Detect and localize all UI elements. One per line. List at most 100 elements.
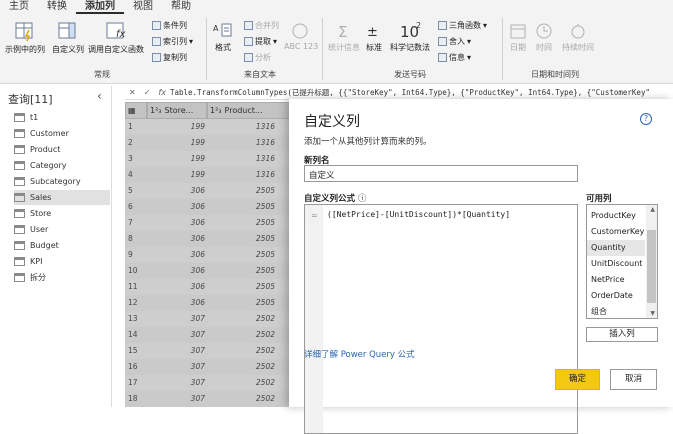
- table-icon: [14, 113, 25, 122]
- formula-editor[interactable]: = ([NetPrice]-[UnitDiscount])*[Quantity]: [304, 204, 578, 434]
- invoke-custom-function-button[interactable]: fx 调用自定义函数: [88, 20, 144, 55]
- rounding-button[interactable]: 舍入 ▾: [438, 36, 471, 47]
- column-from-examples-button[interactable]: 示例中的列: [4, 20, 46, 55]
- scrollbar-thumb[interactable]: [647, 230, 656, 303]
- insert-column-button[interactable]: 插入列: [586, 327, 658, 342]
- learn-more-link[interactable]: 详细了解 Power Query 公式: [304, 348, 415, 360]
- column-item[interactable]: UnitDiscount: [587, 256, 645, 272]
- text-analytics-button[interactable]: ABC 123: [284, 22, 318, 51]
- number-group-label: 发送号码: [394, 70, 426, 79]
- column-item[interactable]: ProductKey: [587, 208, 645, 224]
- merge-icon: [244, 21, 253, 30]
- extract-label: 提取: [255, 37, 271, 46]
- query-item-budget[interactable]: Budget: [14, 238, 110, 253]
- duplicate-column-button[interactable]: 复制列: [152, 52, 187, 63]
- column-item-selected[interactable]: Quantity: [587, 240, 645, 256]
- parse-button[interactable]: 分析: [244, 52, 271, 63]
- query-item-product[interactable]: Product: [14, 142, 110, 157]
- column-item[interactable]: CustomerKey: [587, 224, 645, 240]
- tab-help[interactable]: 帮助: [162, 0, 200, 14]
- column-item[interactable]: NetPrice: [587, 272, 645, 288]
- query-label: Sales: [30, 193, 52, 202]
- query-item-store[interactable]: Store: [14, 206, 110, 221]
- merge-columns-button[interactable]: 合并列: [244, 20, 279, 31]
- time-button[interactable]: 时间: [532, 22, 556, 53]
- index-column-icon: [152, 37, 161, 46]
- query-item-category[interactable]: Category: [14, 158, 110, 173]
- formula-label-text: 自定义列公式: [304, 194, 356, 204]
- format-button[interactable]: A 格式: [211, 22, 235, 53]
- parse-label: 分析: [255, 53, 271, 62]
- query-item-t1[interactable]: t1: [14, 110, 110, 125]
- scroll-up-icon[interactable]: ▲: [650, 206, 655, 213]
- new-column-name-input[interactable]: 自定义: [304, 165, 578, 182]
- ribbon-separator: [206, 18, 207, 80]
- custom-column-dialog: 自定义列 ? 添加一个从其他列计算而来的列。 新列名 自定义 自定义列公式 ⓘ …: [289, 99, 673, 434]
- formula-text[interactable]: Table.TransformColumnTypes(已提升标题, {{"Sto…: [170, 87, 650, 98]
- conditional-column-button[interactable]: 条件列: [152, 20, 187, 31]
- merge-label: 合并列: [255, 21, 279, 30]
- formula-code[interactable]: ([NetPrice]-[UnitDiscount])*[Quantity]: [327, 210, 510, 219]
- chevron-down-icon: ▾: [467, 37, 472, 46]
- columns-scrollbar[interactable]: ▲ ▼: [646, 205, 657, 318]
- format-icon: A: [213, 23, 232, 37]
- modal-overlay: [125, 102, 290, 407]
- fx-icon: fx: [158, 88, 166, 97]
- svg-text:2: 2: [416, 21, 421, 30]
- trigonometry-button[interactable]: 三角函数 ▾: [438, 20, 487, 31]
- brain-icon: [292, 23, 308, 39]
- table-lightning-icon: [15, 22, 33, 42]
- clock-icon: [536, 23, 552, 39]
- chevron-down-icon: ▾: [483, 21, 488, 30]
- information-button[interactable]: 信息 ▾: [438, 52, 471, 63]
- query-item-kpi[interactable]: KPI: [14, 254, 110, 269]
- available-columns-list[interactable]: ProductKey CustomerKey Quantity UnitDisc…: [586, 204, 658, 319]
- scientific-label: 科学记数法: [390, 43, 430, 52]
- check-icon[interactable]: ✓: [144, 88, 151, 97]
- trigonometry-label: 三角函数: [449, 21, 481, 30]
- formula-equals: =: [311, 211, 318, 220]
- scroll-down-icon[interactable]: ▼: [650, 310, 655, 317]
- extract-icon: [244, 37, 253, 46]
- table-icon: [14, 209, 25, 218]
- query-label: User: [30, 225, 49, 234]
- close-icon[interactable]: ✕: [129, 88, 136, 97]
- chevron-left-icon[interactable]: ‹: [97, 89, 102, 103]
- extract-button[interactable]: 提取 ▾: [244, 36, 277, 47]
- index-column-button[interactable]: 索引列 ▾: [152, 36, 193, 47]
- query-label: 拆分: [30, 273, 46, 282]
- tab-add-column[interactable]: 添加列: [76, 0, 124, 14]
- index-column-label: 索引列: [163, 37, 187, 46]
- datetime-group-label: 日期和时间列: [531, 70, 579, 79]
- column-item[interactable]: OrderDate: [587, 288, 645, 304]
- scientific-button[interactable]: 10 2 科学记数法: [388, 20, 432, 53]
- query-item-customer[interactable]: Customer: [14, 126, 110, 141]
- available-columns-label: 可用列: [586, 194, 612, 204]
- date-button[interactable]: 日期: [506, 22, 530, 53]
- chevron-down-icon: ▾: [189, 37, 194, 46]
- ok-button[interactable]: 确定: [555, 369, 600, 390]
- tab-transform[interactable]: 转换: [38, 0, 76, 14]
- question-icon[interactable]: ?: [640, 113, 652, 125]
- statistics-button[interactable]: Σ 统计信息: [326, 22, 362, 53]
- duplicate-column-icon: [152, 53, 161, 62]
- query-item-subcategory[interactable]: Subcategory: [14, 174, 110, 189]
- custom-column-button[interactable]: 自定义列: [50, 20, 86, 55]
- tab-home[interactable]: 主页: [0, 0, 38, 14]
- parse-icon: [244, 53, 253, 62]
- invoke-custom-function-label: 调用自定义函数: [88, 45, 144, 54]
- standard-button[interactable]: ± 标准: [364, 22, 384, 53]
- query-item-sales[interactable]: Sales: [14, 190, 110, 205]
- query-item-split[interactable]: 拆分: [14, 270, 110, 285]
- power-icon: 102: [400, 21, 421, 40]
- duration-button[interactable]: 持续时间: [558, 22, 598, 53]
- calendar-icon: [510, 24, 526, 39]
- tab-view[interactable]: 视图: [124, 0, 162, 14]
- cancel-button[interactable]: 取消: [610, 369, 657, 390]
- column-item[interactable]: 组合: [587, 304, 645, 320]
- formula-bar: ✕ ✓ fx Table.TransformColumnTypes(已提升标题,…: [125, 86, 673, 100]
- queries-panel: 查询[11] ‹ t1 Customer Product Category Su…: [0, 86, 112, 407]
- information-label: 信息: [449, 53, 465, 62]
- query-item-user[interactable]: User: [14, 222, 110, 237]
- plus-minus-icon: ±: [367, 25, 378, 40]
